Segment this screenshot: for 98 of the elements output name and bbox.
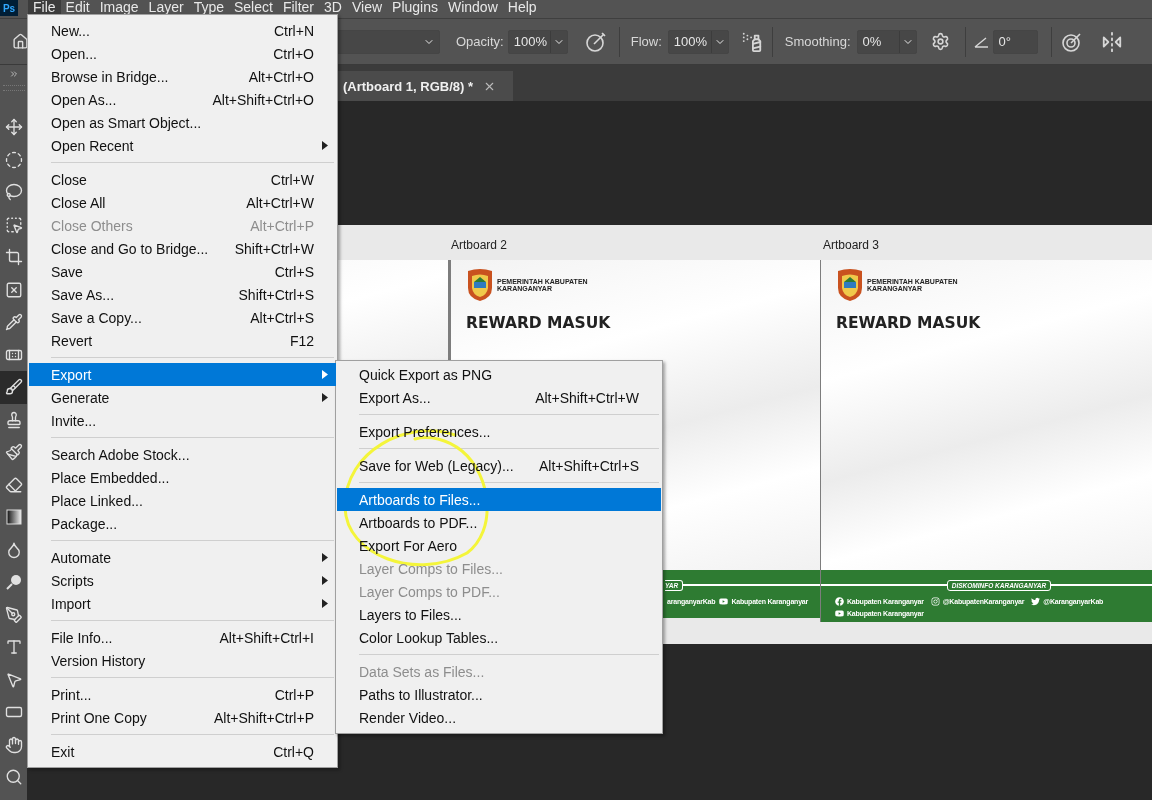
move-icon xyxy=(4,118,23,137)
menu-item[interactable]: Open as Smart Object... xyxy=(29,111,336,134)
type-icon xyxy=(4,638,23,657)
menu-item[interactable]: Place Embedded... xyxy=(29,466,336,489)
artboard-label: Artboard 3 xyxy=(822,237,881,254)
submenu-arrow-icon xyxy=(322,370,328,379)
eyedropper-icon xyxy=(4,313,23,332)
crop-icon xyxy=(4,248,23,267)
menu-item[interactable]: Generate xyxy=(29,386,336,409)
hand-icon xyxy=(4,735,23,754)
twitter-icon xyxy=(1031,597,1041,606)
emblem-icon xyxy=(836,268,864,302)
menu-item[interactable]: Scripts xyxy=(29,569,336,592)
object-select-icon xyxy=(4,215,23,234)
menu-item[interactable]: Search Adobe Stock... xyxy=(29,443,336,466)
dodge-icon xyxy=(4,573,23,592)
value-dropdown[interactable]: 0% xyxy=(856,29,917,54)
submenu-arrow-icon xyxy=(322,576,328,585)
menu-item[interactable]: Close All Alt+Ctrl+W xyxy=(29,191,336,214)
submenu-arrow-icon xyxy=(322,553,328,562)
value-dropdown[interactable]: 100% xyxy=(667,29,729,54)
heading-text: REWARD MASUK xyxy=(466,314,612,332)
menu-title[interactable]: View xyxy=(346,0,388,18)
menu-item[interactable]: New... Ctrl+N xyxy=(29,19,336,42)
symmetry-icon[interactable] xyxy=(1100,30,1123,53)
flow-label: Flow: xyxy=(630,34,662,49)
menu-item[interactable]: Package... xyxy=(29,512,336,535)
menu-item[interactable]: Invite... xyxy=(29,409,336,432)
menu-item[interactable]: Close and Go to Bridge... Shift+Ctrl+W xyxy=(29,237,336,260)
artboard-label: Artboard 2 xyxy=(450,237,509,254)
menu-item[interactable]: Browse in Bridge... Alt+Ctrl+O xyxy=(29,65,336,88)
menu-item[interactable]: Layers to Files... xyxy=(337,603,661,626)
menu-title[interactable]: Select xyxy=(229,0,278,18)
menu-item[interactable]: Open Recent xyxy=(29,134,336,157)
menu-title[interactable]: Edit xyxy=(60,0,95,18)
menu-title[interactable]: Filter xyxy=(277,0,320,18)
facebook-icon xyxy=(835,597,844,606)
gradient-icon xyxy=(5,509,22,526)
menu-item[interactable]: Place Linked... xyxy=(29,489,336,512)
emblem-icon xyxy=(466,268,494,302)
menu-item[interactable]: Export xyxy=(29,363,336,386)
menu-item[interactable]: Close Ctrl+W xyxy=(29,168,336,191)
menu-title[interactable]: Help xyxy=(502,0,542,18)
menu-item[interactable]: Save As... Shift+Ctrl+S xyxy=(29,283,336,306)
value-dropdown[interactable]: 100% xyxy=(507,29,568,54)
menu-item[interactable]: Automate xyxy=(29,546,336,569)
pressure-size-icon[interactable] xyxy=(1060,30,1083,53)
menu-title[interactable]: Plugins xyxy=(387,0,443,18)
frame-icon xyxy=(4,280,23,299)
menu-item[interactable]: Revert F12 xyxy=(29,329,336,352)
smoothing-label: Smoothing: xyxy=(784,34,851,49)
tool-button[interactable] xyxy=(0,371,27,404)
settings-icon[interactable] xyxy=(930,32,950,51)
brush-icon xyxy=(4,378,23,397)
pressure-pen-icon[interactable] xyxy=(584,30,607,53)
submenu-arrow-icon xyxy=(322,393,328,402)
lasso-icon xyxy=(4,183,23,202)
instagram-icon xyxy=(930,597,940,606)
menu-item[interactable]: Artboards to PDF... xyxy=(337,511,661,534)
menu-item[interactable]: Version History xyxy=(29,649,336,672)
menu-item[interactable]: Save a Copy... Alt+Ctrl+S xyxy=(29,306,336,329)
pointer-icon xyxy=(4,670,23,689)
home-icon[interactable] xyxy=(11,33,29,50)
menu-item[interactable]: Open... Ctrl+O xyxy=(29,42,336,65)
angle-field[interactable]: 0° xyxy=(992,29,1038,54)
menu-item[interactable]: Exit Ctrl+Q xyxy=(29,740,336,763)
menu-title[interactable]: Window xyxy=(442,0,503,18)
angle-icon xyxy=(973,35,989,48)
menu-item[interactable]: Artboards to Files... xyxy=(337,488,661,511)
menu-item[interactable]: Print... Ctrl+P xyxy=(29,683,336,706)
submenu-arrow-icon xyxy=(322,141,328,150)
youtube-icon xyxy=(835,609,844,618)
heading-text: REWARD MASUK xyxy=(836,314,982,332)
app-logo: Ps xyxy=(0,0,18,16)
menu-item[interactable]: Quick Export as PNG xyxy=(337,363,661,386)
airbrush-icon[interactable] xyxy=(740,30,763,53)
menu-item[interactable]: Paths to Illustrator... xyxy=(337,683,661,706)
menu-item[interactable]: File Info... Alt+Shift+Ctrl+I xyxy=(29,626,336,649)
menu-item[interactable]: Save Ctrl+S xyxy=(29,260,336,283)
menu-item[interactable]: Import xyxy=(29,592,336,615)
submenu-arrow-icon xyxy=(322,599,328,608)
menu-item[interactable]: Export As... Alt+Shift+Ctrl+W xyxy=(337,386,661,409)
marquee-icon xyxy=(4,150,23,169)
search-icon xyxy=(4,768,23,787)
brush-icon xyxy=(4,443,23,462)
pen-icon xyxy=(4,605,23,624)
menu-item[interactable]: Render Video... xyxy=(337,706,661,729)
youtube-icon xyxy=(719,597,729,606)
menu-item[interactable]: Color Lookup Tables... xyxy=(337,626,661,649)
opacity-label: Opacity: xyxy=(456,34,504,49)
menu-title[interactable]: Image xyxy=(94,0,144,18)
eraser-icon xyxy=(4,475,23,494)
menu-title[interactable]: Layer xyxy=(143,0,189,18)
menu-title[interactable]: Type xyxy=(188,0,229,18)
menu-title[interactable]: 3D xyxy=(319,0,347,18)
stamp-icon xyxy=(4,410,23,429)
menu-item[interactable]: Open As... Alt+Shift+Ctrl+O xyxy=(29,88,336,111)
menu-item[interactable]: Print One Copy Alt+Shift+Ctrl+P xyxy=(29,706,336,729)
